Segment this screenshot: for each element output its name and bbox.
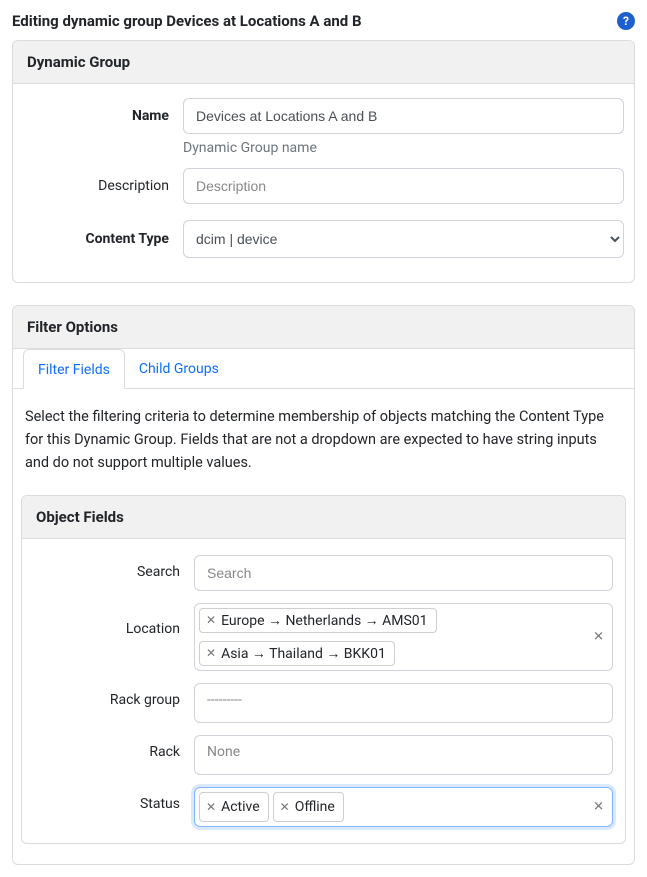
status-tag-label: Offline [295, 799, 335, 815]
location-label: Location [34, 603, 194, 637]
rack-group-label: Rack group [34, 683, 194, 708]
remove-tag-icon[interactable]: ✕ [206, 614, 216, 626]
location-field[interactable]: ✕ Europe → Netherlands → AMS01 ✕ Asia → … [194, 603, 613, 671]
tab-child-groups[interactable]: Child Groups [125, 349, 233, 389]
search-input[interactable] [194, 555, 613, 591]
tab-filter-fields[interactable]: Filter Fields [23, 349, 125, 389]
dynamic-group-panel: Dynamic Group Name Dynamic Group name De… [12, 40, 635, 283]
filter-options-panel-title: Filter Options [13, 306, 634, 349]
description-label: Description [23, 178, 183, 194]
filter-tabs: Filter Fields Child Groups [13, 349, 634, 389]
location-tag: ✕ Europe → Netherlands → AMS01 [199, 608, 437, 633]
help-icon[interactable]: ? [617, 12, 635, 30]
content-type-select[interactable]: dcim | device [183, 220, 624, 258]
object-fields-panel: Object Fields Search Location [21, 495, 626, 844]
name-input[interactable] [183, 98, 624, 134]
remove-tag-icon[interactable]: ✕ [206, 801, 216, 813]
rack-field[interactable]: None [194, 735, 613, 775]
remove-tag-icon[interactable]: ✕ [206, 647, 216, 659]
rack-label: Rack [34, 735, 194, 760]
name-label: Name [23, 108, 183, 124]
filter-options-panel: Filter Options Filter Fields Child Group… [12, 305, 635, 865]
rack-group-placeholder: --------- [207, 692, 242, 714]
rack-placeholder: None [207, 744, 240, 766]
status-label: Status [34, 787, 194, 812]
location-tag-label: Europe → Netherlands → AMS01 [221, 612, 427, 629]
remove-tag-icon[interactable]: ✕ [280, 801, 290, 813]
description-input[interactable] [183, 168, 624, 204]
content-type-label: Content Type [23, 231, 183, 247]
status-tag-label: Active [221, 799, 260, 815]
page-title: Editing dynamic group Devices at Locatio… [12, 12, 362, 30]
status-tag: ✕ Offline [273, 792, 344, 822]
clear-status-icon[interactable]: ✕ [593, 799, 604, 814]
object-fields-title: Object Fields [22, 496, 625, 539]
status-tag: ✕ Active [199, 792, 269, 822]
filter-description: Select the filtering criteria to determi… [23, 405, 624, 475]
status-field[interactable]: ✕ Active ✕ Offline ✕ [194, 787, 613, 827]
dynamic-group-panel-title: Dynamic Group [13, 41, 634, 84]
clear-location-icon[interactable]: ✕ [593, 629, 604, 644]
name-help: Dynamic Group name [183, 140, 624, 156]
rack-group-field[interactable]: --------- [194, 683, 613, 723]
location-tag: ✕ Asia → Thailand → BKK01 [199, 641, 395, 666]
search-label: Search [34, 555, 194, 580]
location-tag-label: Asia → Thailand → BKK01 [221, 645, 386, 662]
